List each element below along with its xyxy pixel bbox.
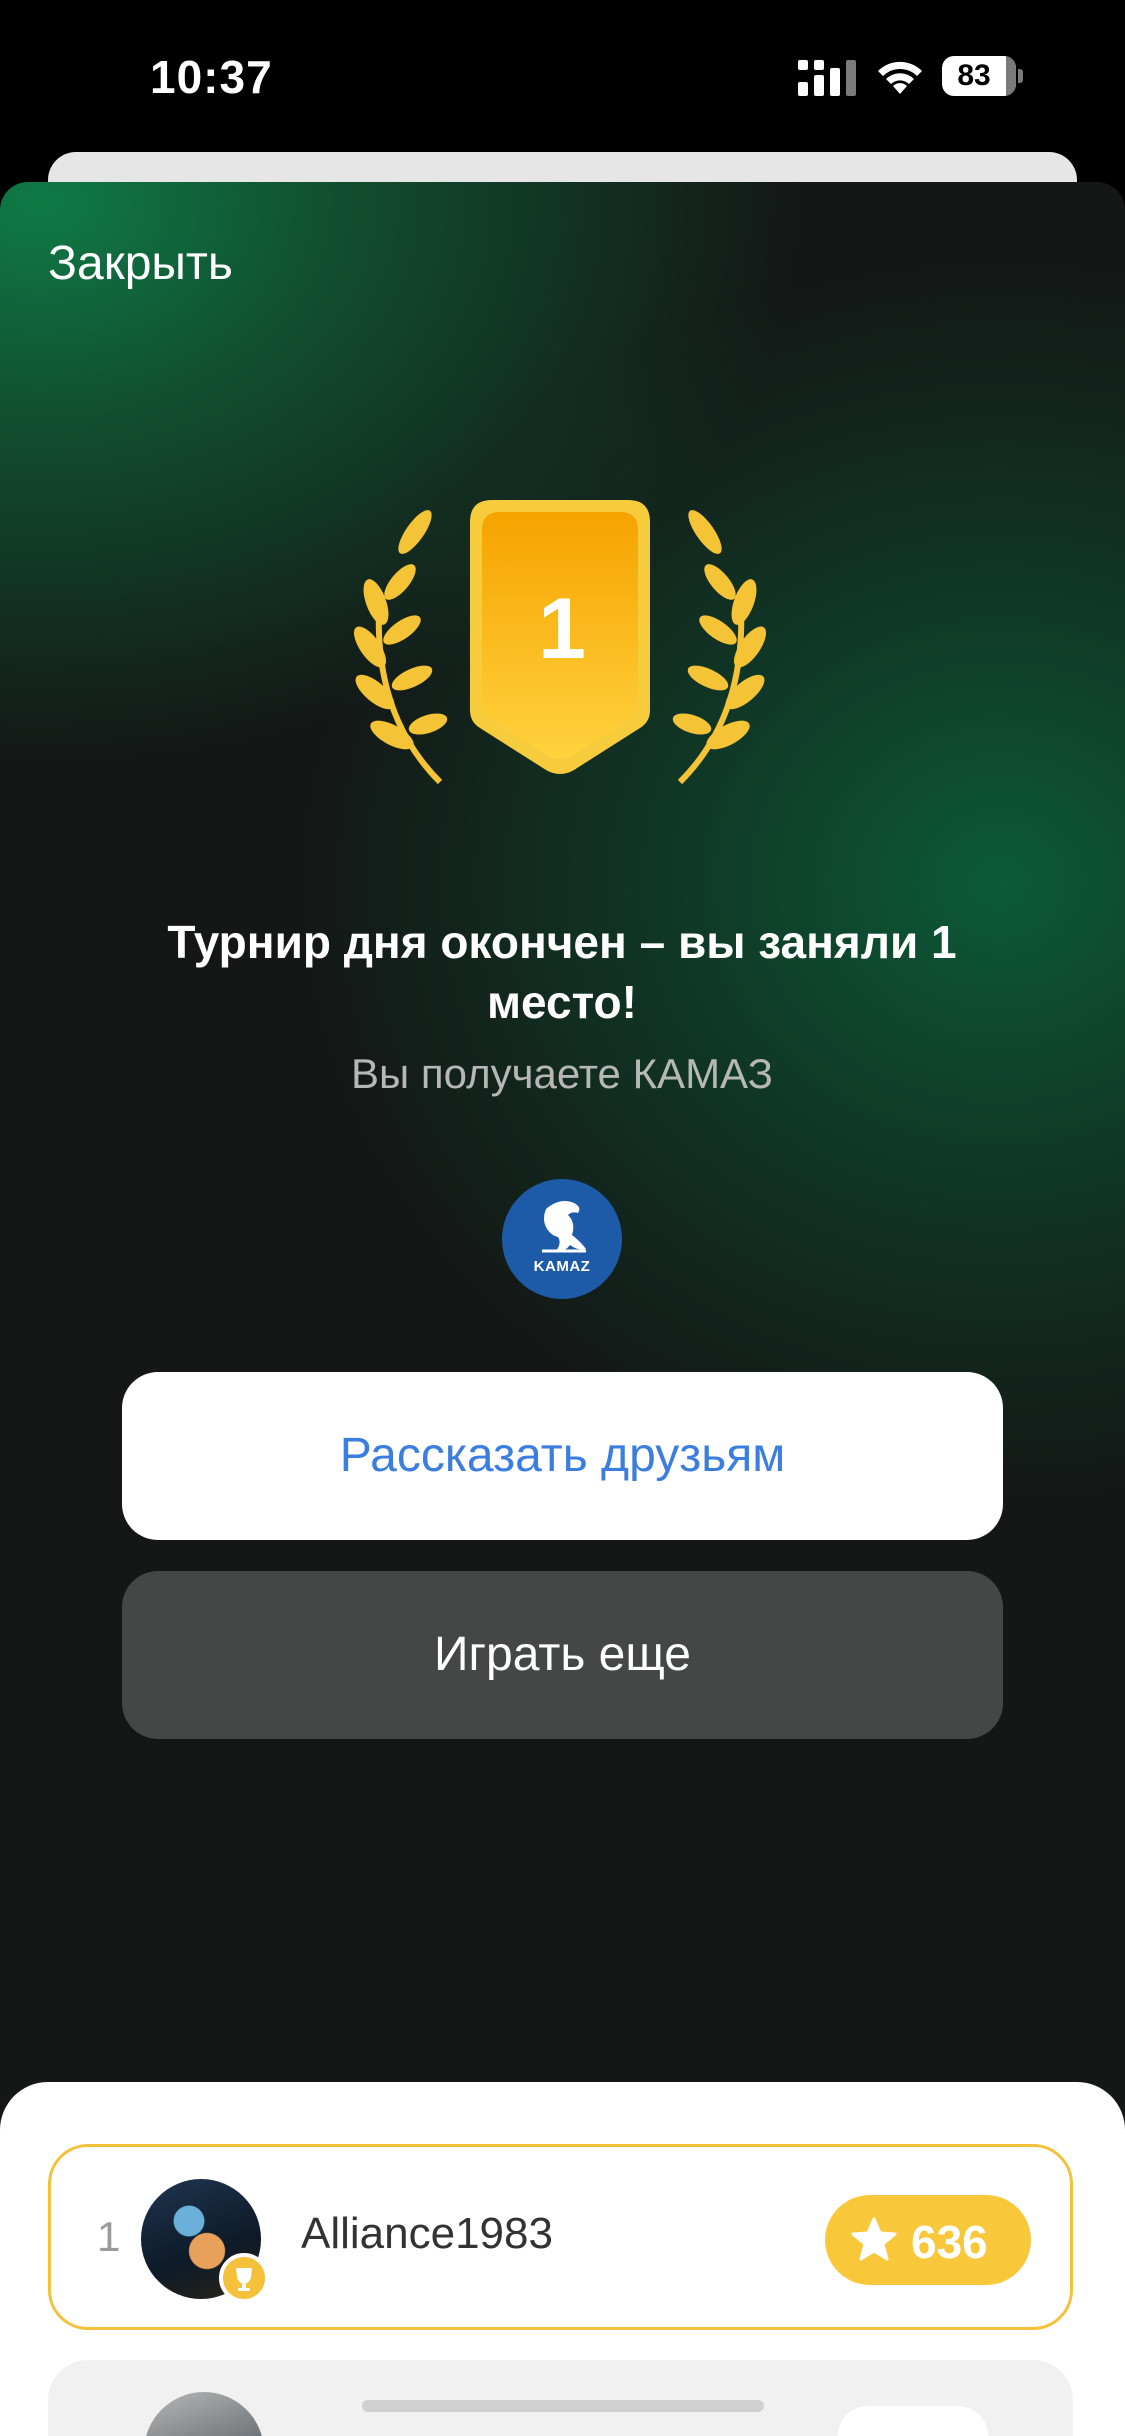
cellular-signal-icon [798,60,856,96]
score-badge: 636 [825,2195,1031,2285]
leaderboard-row[interactable] [48,2360,1073,2436]
status-time: 10:37 [150,51,273,103]
result-subtitle: Вы получаете КАМАЗ [351,1050,773,1097]
battery-level: 83 [957,59,991,92]
score-badge [838,2406,988,2436]
leaderboard-row[interactable]: 1 Alliance1983 636 [48,2144,1073,2330]
username: Alliance1983 [301,2209,553,2258]
battery-icon: 83 [942,56,1024,96]
status-bar: 10:37 83 [0,0,1125,150]
play-again-button[interactable]: Играть еще [122,1571,1003,1739]
place-number: 1 [538,581,586,677]
rank-number: 1 [97,2213,121,2260]
leaderboard-panel: 1 Alliance1983 636 [0,2082,1125,2436]
horse-icon [542,1201,586,1253]
share-with-friends-button[interactable]: Рассказать друзьям [122,1372,1003,1540]
team-logo: KAMAZ [502,1179,622,1299]
trophy-icon [219,2253,269,2303]
home-indicator [362,2400,764,2412]
team-logo-text: KAMAZ [533,1258,591,1275]
avatar [144,2392,264,2436]
star-icon [851,2217,897,2261]
close-button[interactable]: Закрыть [48,236,233,291]
result-title: Турнир дня окончен – вы заняли 1 место! [167,916,957,1028]
score-value: 636 [911,2216,988,2268]
wifi-icon [878,61,922,94]
